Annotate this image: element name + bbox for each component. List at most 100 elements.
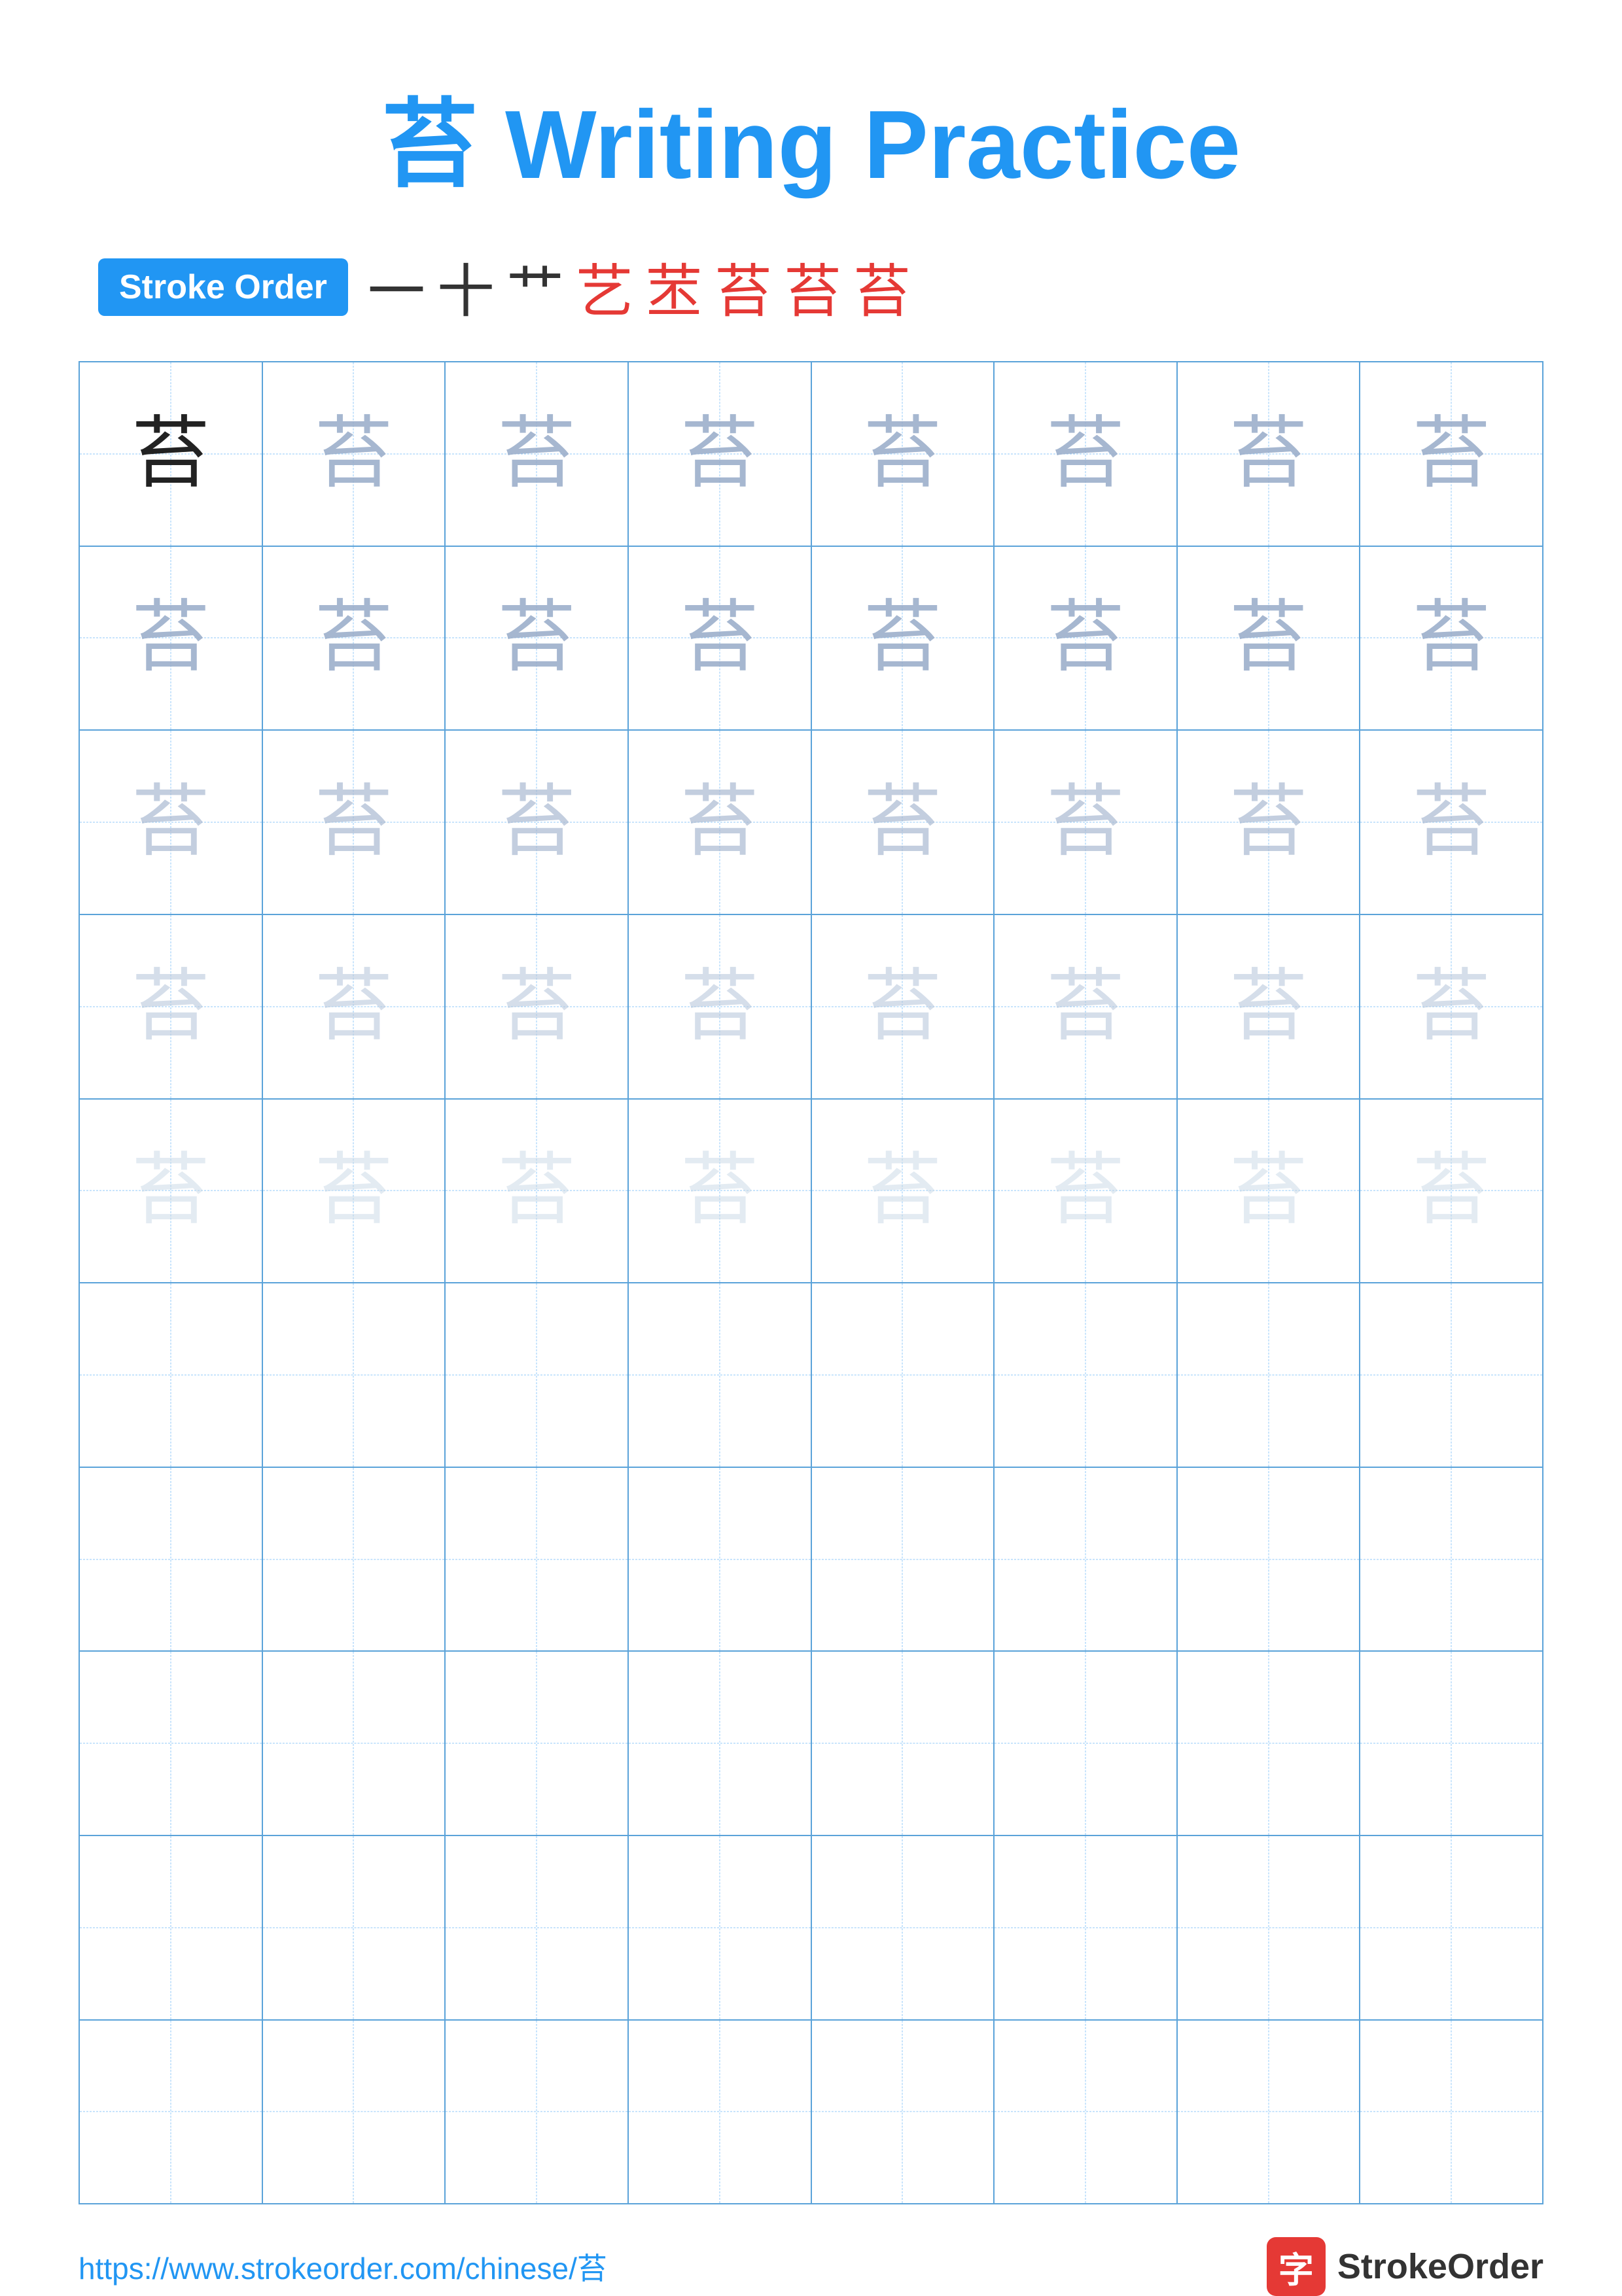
cell-char-4-6: 苔 — [1229, 1151, 1308, 1230]
stroke-char-6: 苔 — [714, 245, 772, 328]
grid-cell-6-4[interactable] — [812, 1468, 995, 1651]
grid-cell-7-5[interactable] — [995, 1652, 1178, 1835]
grid-cell-5-0[interactable] — [80, 1283, 263, 1467]
grid-cell-8-6[interactable] — [1178, 1836, 1361, 2019]
grid-cell-9-2[interactable] — [446, 2021, 629, 2204]
cell-char-0-7: 苔 — [1412, 415, 1490, 493]
cell-char-2-3: 苔 — [680, 783, 759, 861]
grid-cell-7-2[interactable] — [446, 1652, 629, 1835]
grid-cell-0-2[interactable]: 苔 — [446, 362, 629, 546]
cell-char-2-6: 苔 — [1229, 783, 1308, 861]
grid-cell-7-7[interactable] — [1360, 1652, 1542, 1835]
grid-cell-2-0[interactable]: 苔 — [80, 731, 263, 914]
grid-cell-0-5[interactable]: 苔 — [995, 362, 1178, 546]
stroke-order-row: Stroke Order 一 十 艹 艺 苤 苔 苔 苔 — [98, 245, 911, 328]
grid-cell-9-6[interactable] — [1178, 2021, 1361, 2204]
grid-cell-5-2[interactable] — [446, 1283, 629, 1467]
grid-cell-4-3[interactable]: 苔 — [629, 1100, 812, 1283]
grid-cell-6-2[interactable] — [446, 1468, 629, 1651]
grid-cell-3-2[interactable]: 苔 — [446, 915, 629, 1098]
grid-cell-3-6[interactable]: 苔 — [1178, 915, 1361, 1098]
grid-cell-9-1[interactable] — [263, 2021, 446, 2204]
grid-cell-1-2[interactable]: 苔 — [446, 547, 629, 730]
cell-char-2-4: 苔 — [863, 783, 942, 861]
grid-cell-6-3[interactable] — [629, 1468, 812, 1651]
grid-cell-0-6[interactable]: 苔 — [1178, 362, 1361, 546]
grid-cell-6-0[interactable] — [80, 1468, 263, 1651]
grid-cell-5-7[interactable] — [1360, 1283, 1542, 1467]
grid-cell-2-2[interactable]: 苔 — [446, 731, 629, 914]
grid-cell-9-5[interactable] — [995, 2021, 1178, 2204]
grid-row-8 — [80, 1836, 1542, 2021]
grid-cell-1-0[interactable]: 苔 — [80, 547, 263, 730]
grid-cell-0-0[interactable]: 苔 — [80, 362, 263, 546]
grid-cell-6-1[interactable] — [263, 1468, 446, 1651]
grid-cell-9-3[interactable] — [629, 2021, 812, 2204]
grid-cell-4-4[interactable]: 苔 — [812, 1100, 995, 1283]
cell-char-4-2: 苔 — [497, 1151, 576, 1230]
grid-cell-4-2[interactable]: 苔 — [446, 1100, 629, 1283]
grid-cell-0-4[interactable]: 苔 — [812, 362, 995, 546]
grid-cell-5-3[interactable] — [629, 1283, 812, 1467]
grid-cell-7-4[interactable] — [812, 1652, 995, 1835]
footer-logo-icon: 字 — [1267, 2237, 1326, 2296]
grid-row-2: 苔苔苔苔苔苔苔苔 — [80, 731, 1542, 915]
grid-cell-8-5[interactable] — [995, 1836, 1178, 2019]
grid-cell-1-3[interactable]: 苔 — [629, 547, 812, 730]
grid-cell-1-7[interactable]: 苔 — [1360, 547, 1542, 730]
grid-cell-1-6[interactable]: 苔 — [1178, 547, 1361, 730]
grid-cell-4-1[interactable]: 苔 — [263, 1100, 446, 1283]
grid-cell-0-7[interactable]: 苔 — [1360, 362, 1542, 546]
grid-cell-8-0[interactable] — [80, 1836, 263, 2019]
grid-cell-7-0[interactable] — [80, 1652, 263, 1835]
grid-cell-3-4[interactable]: 苔 — [812, 915, 995, 1098]
grid-cell-4-7[interactable]: 苔 — [1360, 1100, 1542, 1283]
grid-cell-2-3[interactable]: 苔 — [629, 731, 812, 914]
grid-cell-8-2[interactable] — [446, 1836, 629, 2019]
footer: https://www.strokeorder.com/chinese/苔 字 … — [79, 2237, 1543, 2296]
grid-cell-2-6[interactable]: 苔 — [1178, 731, 1361, 914]
grid-cell-3-7[interactable]: 苔 — [1360, 915, 1542, 1098]
grid-cell-5-4[interactable] — [812, 1283, 995, 1467]
grid-cell-8-3[interactable] — [629, 1836, 812, 2019]
grid-cell-5-1[interactable] — [263, 1283, 446, 1467]
cell-char-0-3: 苔 — [680, 415, 759, 493]
grid-cell-2-7[interactable]: 苔 — [1360, 731, 1542, 914]
grid-cell-6-7[interactable] — [1360, 1468, 1542, 1651]
grid-cell-2-4[interactable]: 苔 — [812, 731, 995, 914]
grid-cell-6-6[interactable] — [1178, 1468, 1361, 1651]
grid-cell-0-1[interactable]: 苔 — [263, 362, 446, 546]
grid-cell-7-1[interactable] — [263, 1652, 446, 1835]
grid-cell-3-5[interactable]: 苔 — [995, 915, 1178, 1098]
grid-cell-9-0[interactable] — [80, 2021, 263, 2204]
grid-cell-4-5[interactable]: 苔 — [995, 1100, 1178, 1283]
grid-cell-0-3[interactable]: 苔 — [629, 362, 812, 546]
grid-cell-1-5[interactable]: 苔 — [995, 547, 1178, 730]
grid-cell-9-7[interactable] — [1360, 2021, 1542, 2204]
grid-cell-8-7[interactable] — [1360, 1836, 1542, 2019]
grid-cell-9-4[interactable] — [812, 2021, 995, 2204]
grid-cell-4-6[interactable]: 苔 — [1178, 1100, 1361, 1283]
grid-cell-3-1[interactable]: 苔 — [263, 915, 446, 1098]
grid-cell-7-6[interactable] — [1178, 1652, 1361, 1835]
grid-cell-2-1[interactable]: 苔 — [263, 731, 446, 914]
grid-cell-7-3[interactable] — [629, 1652, 812, 1835]
cell-char-3-1: 苔 — [314, 967, 393, 1046]
grid-cell-4-0[interactable]: 苔 — [80, 1100, 263, 1283]
grid-cell-3-0[interactable]: 苔 — [80, 915, 263, 1098]
grid-cell-8-4[interactable] — [812, 1836, 995, 2019]
grid-cell-8-1[interactable] — [263, 1836, 446, 2019]
footer-url: https://www.strokeorder.com/chinese/苔 — [79, 2245, 607, 2288]
grid-cell-5-6[interactable] — [1178, 1283, 1361, 1467]
cell-char-0-6: 苔 — [1229, 415, 1308, 493]
grid-cell-6-5[interactable] — [995, 1468, 1178, 1651]
cell-char-0-0: 苔 — [132, 415, 210, 493]
grid-cell-1-4[interactable]: 苔 — [812, 547, 995, 730]
grid-cell-1-1[interactable]: 苔 — [263, 547, 446, 730]
grid-cell-5-5[interactable] — [995, 1283, 1178, 1467]
grid-cell-3-3[interactable]: 苔 — [629, 915, 812, 1098]
cell-char-1-2: 苔 — [497, 599, 576, 677]
grid-row-1: 苔苔苔苔苔苔苔苔 — [80, 547, 1542, 731]
grid-cell-2-5[interactable]: 苔 — [995, 731, 1178, 914]
grid-row-5 — [80, 1283, 1542, 1468]
